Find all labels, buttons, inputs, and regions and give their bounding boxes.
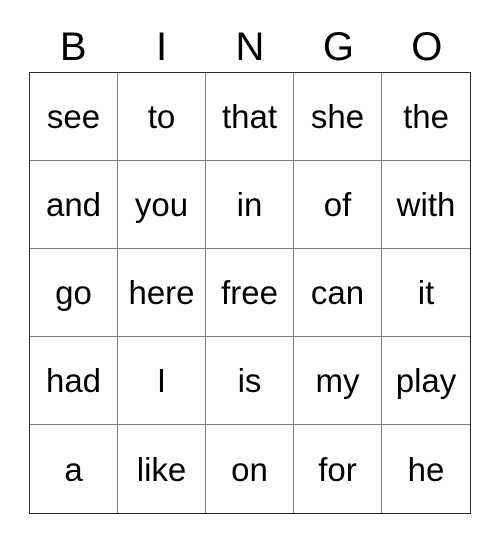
bingo-cell-label: I [156, 362, 167, 399]
bingo-header-row: B I N G O [29, 22, 471, 72]
bingo-cell-i4[interactable]: I [118, 337, 206, 425]
bingo-cell-label: a [64, 450, 83, 488]
bingo-cell-n5[interactable]: on [206, 425, 294, 513]
bingo-cell-label: the [403, 98, 449, 135]
bingo-cell-label: in [236, 186, 263, 223]
bingo-cell-label: of [323, 186, 352, 223]
bingo-cell-n1[interactable]: that [206, 73, 294, 161]
bingo-cell-g5[interactable]: for [294, 425, 382, 513]
bingo-cell-label: is [237, 362, 262, 399]
bingo-cell-label: he [407, 450, 445, 488]
bingo-cell-o2[interactable]: with [382, 161, 470, 249]
bingo-cell-b2[interactable]: and [30, 161, 118, 249]
bingo-cell-label: and [45, 186, 102, 223]
bingo-cell-label: play [395, 362, 457, 399]
bingo-cell-label: that [221, 98, 278, 135]
bingo-header-letter-n: N [235, 25, 265, 69]
bingo-cell-label: with [396, 186, 456, 223]
bingo-cell-i5[interactable]: like [118, 425, 206, 513]
bingo-cell-b4[interactable]: had [30, 337, 118, 425]
bingo-cell-label: had [45, 362, 102, 399]
bingo-cell-n2[interactable]: in [206, 161, 294, 249]
bingo-cell-n3-free[interactable]: free [206, 249, 294, 337]
bingo-cell-g2[interactable]: of [294, 161, 382, 249]
bingo-cell-i2[interactable]: you [118, 161, 206, 249]
bingo-cell-o3[interactable]: it [382, 249, 470, 337]
bingo-cell-g4[interactable]: my [294, 337, 382, 425]
bingo-cell-label: can [310, 274, 365, 311]
bingo-card: B I N G O see to that she the and you in… [0, 0, 500, 544]
bingo-cell-label: my [315, 362, 360, 399]
bingo-header-letter-b: B [59, 25, 87, 69]
bingo-cell-o1[interactable]: the [382, 73, 470, 161]
bingo-cell-label: for [318, 450, 357, 488]
bingo-cell-label: go [55, 274, 92, 311]
bingo-cell-label: free [221, 274, 278, 311]
bingo-cell-label: you [134, 186, 189, 223]
bingo-cell-label: it [417, 274, 435, 311]
bingo-grid: see to that she the and you in of with g… [29, 72, 471, 514]
bingo-cell-o4[interactable]: play [382, 337, 470, 425]
bingo-cell-b3[interactable]: go [30, 249, 118, 337]
bingo-cell-label: here [128, 274, 195, 311]
bingo-cell-b1[interactable]: see [30, 73, 118, 161]
bingo-cell-i3[interactable]: here [118, 249, 206, 337]
bingo-cell-label: to [147, 98, 176, 135]
bingo-cell-label: on [231, 450, 268, 488]
bingo-cell-n4[interactable]: is [206, 337, 294, 425]
bingo-cell-label: she [310, 98, 365, 135]
bingo-cell-i1[interactable]: to [118, 73, 206, 161]
bingo-cell-g1[interactable]: she [294, 73, 382, 161]
bingo-cell-b5[interactable]: a [30, 425, 118, 513]
bingo-cell-label: see [46, 98, 101, 135]
bingo-cell-label: like [136, 450, 187, 488]
bingo-cell-g3[interactable]: can [294, 249, 382, 337]
bingo-header-letter-g: G [322, 25, 354, 69]
bingo-header-letter-o: O [411, 25, 443, 69]
bingo-cell-o5[interactable]: he [382, 425, 470, 513]
bingo-header-letter-i: I [156, 25, 168, 69]
